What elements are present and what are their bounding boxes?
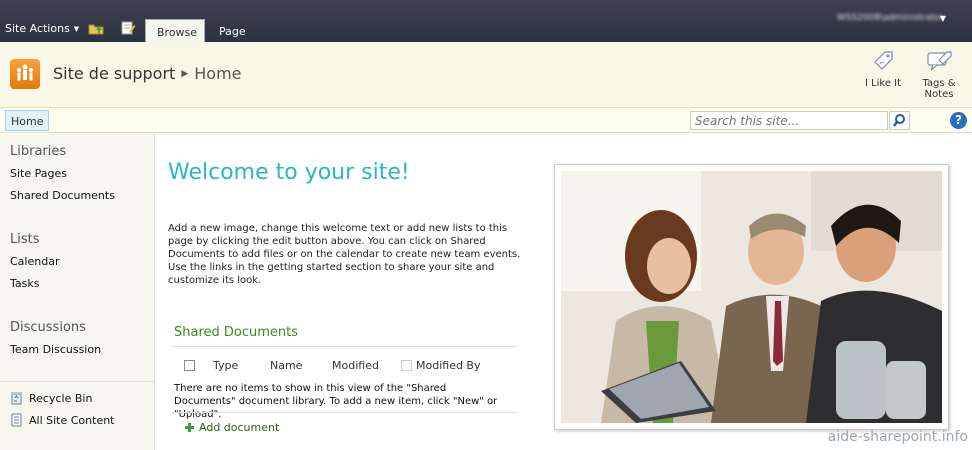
breadcrumb-arrow-icon: ▶ bbox=[181, 68, 189, 79]
quick-launch-item-calendar[interactable]: Calendar bbox=[10, 255, 59, 268]
add-document-link[interactable]: Add document bbox=[184, 421, 279, 434]
add-document-label: Add document bbox=[199, 421, 280, 434]
edit-page-icon[interactable] bbox=[120, 21, 136, 35]
title-area: Site de support ▶ Home I Like It Tags & … bbox=[0, 42, 972, 108]
navigate-up-icon[interactable] bbox=[88, 21, 104, 35]
user-menu-chevron-icon[interactable]: ▼ bbox=[940, 14, 946, 23]
welcome-title: Welcome to your site! bbox=[168, 160, 410, 185]
search-icon bbox=[893, 114, 905, 127]
thumbs-up-tag-icon bbox=[874, 51, 893, 70]
breadcrumb: Site de support ▶ Home bbox=[53, 64, 242, 83]
quick-launch-heading-lists[interactable]: Lists bbox=[10, 232, 40, 247]
site-content-icon bbox=[11, 413, 22, 427]
welcome-image-frame bbox=[554, 164, 949, 430]
site-actions-menu[interactable]: Site Actions ▼ bbox=[5, 22, 79, 35]
tags-notes-button[interactable]: Tags & Notes bbox=[915, 48, 963, 100]
watermark: aide-sharepoint.info bbox=[827, 429, 968, 445]
recycle-bin-label: Recycle Bin bbox=[29, 391, 93, 405]
breadcrumb-page: Home bbox=[194, 64, 242, 83]
web-part-divider-bottom bbox=[172, 412, 517, 413]
user-menu[interactable]: WSS2008\administrator bbox=[837, 13, 944, 23]
column-name[interactable]: Name bbox=[270, 359, 302, 372]
top-navigation: Home ? bbox=[0, 108, 972, 133]
document-list-header: Type Name Modified Modified By bbox=[172, 354, 517, 376]
quick-launch-item-tasks[interactable]: Tasks bbox=[10, 277, 39, 290]
quick-launch-divider bbox=[0, 381, 155, 382]
recycle-bin-link[interactable]: Recycle Bin bbox=[10, 391, 92, 405]
column-type[interactable]: Type bbox=[213, 359, 238, 372]
modified-by-filter-icon bbox=[401, 360, 412, 371]
breadcrumb-site[interactable]: Site de support bbox=[53, 64, 175, 83]
top-nav-home[interactable]: Home bbox=[5, 110, 50, 131]
all-site-content-link[interactable]: All Site Content bbox=[10, 413, 115, 427]
web-part-divider bbox=[172, 346, 517, 347]
quick-launch-item-site-pages[interactable]: Site Pages bbox=[10, 167, 67, 180]
quick-launch-item-shared-documents[interactable]: Shared Documents bbox=[10, 189, 115, 202]
search-button[interactable] bbox=[889, 111, 910, 130]
help-icon[interactable]: ? bbox=[950, 112, 967, 129]
quick-launch-item-team-discussion[interactable]: Team Discussion bbox=[10, 343, 101, 356]
i-like-it-label: I Like It bbox=[864, 78, 902, 89]
quick-launch-heading-libraries[interactable]: Libraries bbox=[10, 144, 66, 159]
tab-page[interactable]: Page bbox=[208, 19, 257, 42]
tags-notes-icon bbox=[927, 51, 952, 71]
recycle-bin-icon bbox=[11, 392, 22, 405]
empty-list-message: There are no items to show in this view … bbox=[174, 383, 498, 420]
quick-launch: Libraries Site Pages Shared Documents Li… bbox=[0, 134, 155, 450]
user-name: WSS2008\administrator bbox=[836, 13, 944, 23]
column-modified-by[interactable]: Modified By bbox=[416, 359, 481, 372]
quick-launch-heading-discussions[interactable]: Discussions bbox=[10, 320, 86, 335]
search-input[interactable] bbox=[690, 111, 888, 130]
welcome-text: Add a new image, change this welcome tex… bbox=[168, 223, 521, 286]
ribbon-bar: Site Actions ▼ Browse Page WSS2008\admin… bbox=[0, 0, 972, 42]
select-all-checkbox[interactable] bbox=[184, 360, 195, 371]
add-icon bbox=[185, 423, 194, 432]
site-actions-label: Site Actions bbox=[5, 22, 70, 35]
tags-notes-label: Tags & Notes bbox=[922, 78, 956, 100]
all-site-content-label: All Site Content bbox=[29, 413, 115, 427]
shared-documents-web-part-title[interactable]: Shared Documents bbox=[174, 325, 298, 340]
welcome-image bbox=[561, 171, 942, 423]
i-like-it-button[interactable]: I Like It bbox=[862, 48, 904, 89]
chevron-down-icon: ▼ bbox=[73, 24, 80, 33]
column-modified[interactable]: Modified bbox=[332, 359, 379, 372]
site-logo-icon[interactable] bbox=[10, 59, 40, 89]
tab-browse[interactable]: Browse bbox=[145, 19, 205, 42]
